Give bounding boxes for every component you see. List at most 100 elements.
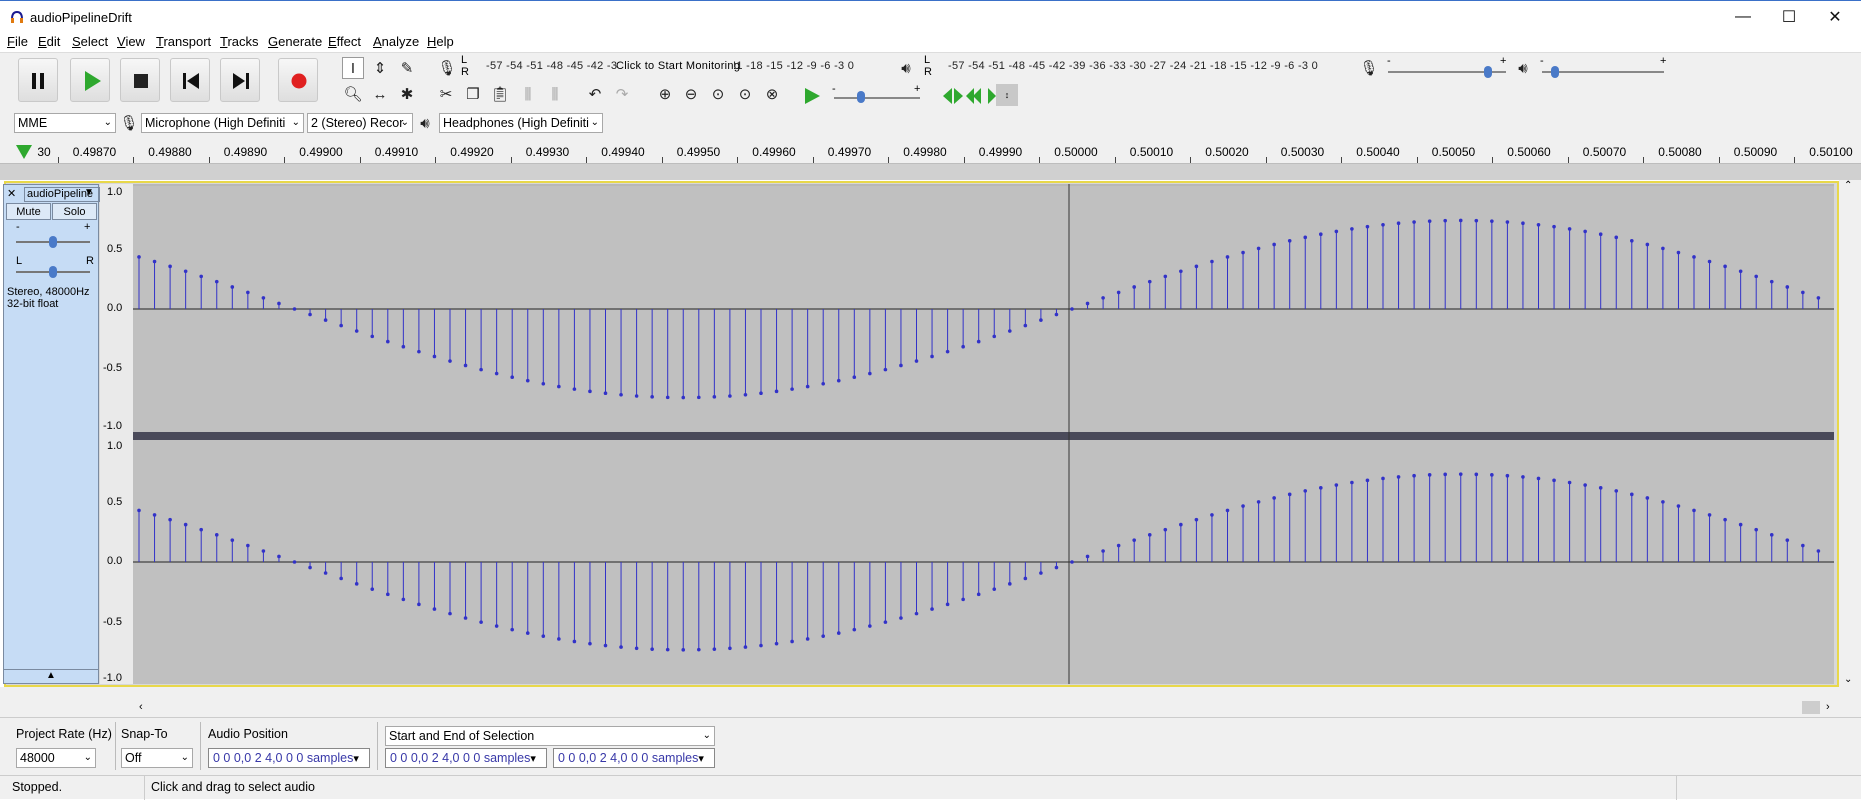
zoom-out-icon[interactable]: ⊖ <box>680 83 702 105</box>
minimize-button[interactable]: — <box>1720 1 1766 33</box>
envelope-tool-icon[interactable]: ⇕ <box>369 57 391 79</box>
track-close-button[interactable]: ✕ <box>7 187 16 200</box>
playback-volume-thumb[interactable] <box>1551 66 1559 78</box>
cut-icon[interactable]: ✂ <box>435 83 457 105</box>
project-rate-label: Project Rate (Hz) <box>16 727 112 741</box>
trim-audio-icon[interactable]: ⫼ <box>517 83 539 105</box>
play-meter-scale[interactable]: -57 -54 -51 -48 -45 -42 -39 -36 -33 -30 … <box>948 60 1318 72</box>
sample-point <box>214 533 219 537</box>
collapse-track-icon[interactable]: ▲ <box>4 669 98 683</box>
sample-point <box>1365 478 1370 483</box>
sample-point <box>1023 576 1028 581</box>
track-format-rate: Stereo, 48000Hz <box>7 286 90 298</box>
play-meter-speaker-icon[interactable]: 🔊︎ <box>895 57 917 79</box>
ruler-minor-mark <box>510 157 512 163</box>
skip-to-start-button[interactable] <box>170 58 210 102</box>
toolbar-area: I ⇕ ✎ 🔍︎ ↔ ✱ 🎙︎ L R -57 -54 -51 -48 -45 … <box>0 52 1861 142</box>
sample-point <box>370 334 375 339</box>
track-control-panel[interactable]: ✕ audioPipeline ▼ Mute Solo - + L R Ster… <box>3 184 100 684</box>
sample-point <box>541 381 546 386</box>
sample-point <box>1598 486 1603 490</box>
recording-volume-thumb[interactable] <box>1484 66 1492 78</box>
menu-help[interactable]: Help <box>427 34 454 49</box>
recording-device-microphone-icon: 🎙︎ <box>119 115 139 132</box>
record-icon <box>291 73 307 89</box>
playback-device-select[interactable]: Headphones (High Definiti ⌄ <box>439 113 603 133</box>
menu-select[interactable]: Select <box>72 34 108 49</box>
sample-point <box>1116 543 1121 548</box>
timeline-ruler[interactable]: 30 0.49870 0.49880 0.49890 0.49900 0.49910 0.… <box>0 142 1861 164</box>
sample-point <box>494 371 499 376</box>
selection-end-field[interactable]: 0 0 0,0 2 4,0 0 0 samples▾ <box>553 748 715 768</box>
fit-selection-icon[interactable]: ⊙ <box>707 83 729 105</box>
snap-to-select[interactable]: Off ⌄ <box>121 748 193 768</box>
vertical-amplitude-scale[interactable]: 1.0 0.5 0.0 -0.5 -1.0 1.0 0.5 0.0 -0.5 -… <box>100 184 133 684</box>
sample-point <box>1163 527 1168 532</box>
recording-channels-select[interactable]: 2 (Stereo) Recor ⌄ <box>307 113 413 133</box>
draw-tool-icon[interactable]: ✎ <box>396 57 418 79</box>
title-bar: audioPipelineDrift — ☐ ✕ <box>0 0 1861 32</box>
sample-point <box>1661 246 1665 251</box>
menu-file[interactable]: File <box>7 34 28 49</box>
pan-slider-thumb[interactable] <box>49 266 57 278</box>
menu-view[interactable]: View <box>117 34 145 49</box>
scroll-right-icon[interactable]: › <box>1826 701 1830 713</box>
zoom-tool-icon[interactable]: 🔍︎ <box>342 83 364 105</box>
menu-edit[interactable]: Edit <box>38 34 60 49</box>
play-button[interactable] <box>70 58 110 102</box>
selection-mode-select[interactable]: Start and End of Selection ⌄ <box>385 726 715 746</box>
mute-button[interactable]: Mute <box>6 203 51 220</box>
start-monitoring-label[interactable]: Click to Start Monitoring <box>616 60 740 72</box>
scrub-ruler-icon[interactable]: ↕ <box>996 84 1018 106</box>
waveform-display[interactable] <box>133 184 1834 684</box>
play-at-speed-icon[interactable] <box>804 87 820 105</box>
scroll-thumb[interactable] <box>1802 701 1820 714</box>
silence-audio-icon[interactable]: ⫼ <box>544 83 566 105</box>
selection-start-field[interactable]: 0 0 0,0 2 4,0 0 0 samples▾ <box>385 748 547 768</box>
solo-button[interactable]: Solo <box>52 203 97 220</box>
project-rate-select[interactable]: 48000 ⌄ <box>16 748 96 768</box>
time-shift-tool-icon[interactable]: ↔ <box>369 83 391 105</box>
zoom-toggle-icon[interactable]: ⊗ <box>761 83 783 105</box>
copy-icon[interactable]: ❐ <box>462 83 484 105</box>
timeline-options-icon[interactable] <box>16 145 32 159</box>
multi-tool-icon[interactable]: ✱ <box>396 83 418 105</box>
maximize-button[interactable]: ☐ <box>1766 1 1812 33</box>
scroll-up-icon[interactable]: ⌃ <box>1844 180 1852 191</box>
menu-tracks[interactable]: Tracks <box>220 34 259 49</box>
scroll-left-icon[interactable]: ‹ <box>139 701 143 713</box>
fit-project-icon[interactable]: ⊙ <box>734 83 756 105</box>
playback-volume-slider[interactable] <box>1542 71 1664 73</box>
record-button[interactable] <box>278 58 318 102</box>
scroll-down-icon[interactable]: ⌄ <box>1844 674 1852 685</box>
playback-speed-thumb[interactable] <box>857 91 865 103</box>
vertical-scrollbar[interactable]: ⌃ ⌄ <box>1839 180 1861 687</box>
recording-device-select[interactable]: Microphone (High Definiti ⌄ <box>141 113 304 133</box>
skip-to-end-button[interactable] <box>220 58 260 102</box>
sample-point <box>152 259 157 264</box>
paste-icon[interactable]: 📋︎ <box>489 83 511 105</box>
record-meter-microphone-icon[interactable]: 🎙︎ <box>436 57 458 79</box>
seek-icon[interactable] <box>966 87 996 105</box>
menu-analyze[interactable]: Analyze <box>373 34 419 49</box>
sample-point <box>1008 582 1012 586</box>
sample-point <box>588 641 592 646</box>
pause-button[interactable] <box>18 58 58 102</box>
sample-point <box>183 269 188 274</box>
audio-position-field[interactable]: 0 0 0,0 2 4,0 0 0 samples▾ <box>208 748 370 768</box>
gain-slider-thumb[interactable] <box>49 236 57 248</box>
zoom-in-icon[interactable]: ⊕ <box>654 83 676 105</box>
selection-tool-icon[interactable]: I <box>342 57 364 79</box>
playback-speed-slider[interactable] <box>834 97 920 99</box>
audio-host-select[interactable]: MME ⌄ <box>14 113 116 133</box>
stop-button[interactable] <box>120 58 160 102</box>
menu-generate[interactable]: Generate <box>268 34 322 49</box>
sample-point <box>1272 242 1276 247</box>
scrub-icon[interactable] <box>942 87 964 105</box>
close-window-button[interactable]: ✕ <box>1812 1 1858 33</box>
menu-transport[interactable]: Transport <box>156 34 211 49</box>
redo-icon[interactable]: ↷ <box>611 83 633 105</box>
undo-icon[interactable]: ↶ <box>584 83 606 105</box>
menu-effect[interactable]: Effect <box>328 34 361 49</box>
horizontal-scrollbar[interactable]: ‹ › <box>0 687 1861 717</box>
